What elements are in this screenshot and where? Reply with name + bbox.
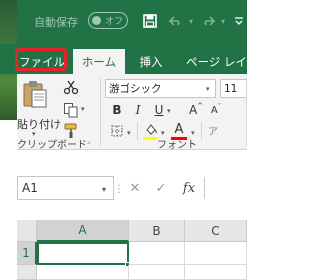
cell-a2[interactable] (37, 265, 129, 280)
paste-button-label[interactable]: 貼り付け (17, 116, 61, 132)
separator (201, 122, 202, 140)
customize-quick-access-icon[interactable] (232, 11, 246, 31)
insert-function-button[interactable]: fx (174, 178, 204, 198)
column-header-a[interactable]: A (37, 220, 129, 242)
autosave-state: オフ (105, 17, 124, 27)
toggle-knob (92, 16, 101, 25)
underline-button[interactable]: U (152, 101, 166, 119)
row-header-2[interactable] (17, 265, 37, 280)
font-group-label: フォント (157, 140, 197, 151)
chevron-down-icon[interactable]: ▾ (81, 105, 85, 113)
grip-icon[interactable]: ⋮ (114, 182, 124, 196)
font-size-select[interactable]: 11 (220, 79, 247, 98)
caret-up-icon: ^ (197, 102, 204, 110)
save-icon[interactable] (140, 11, 160, 31)
ribbon-tab-bar: ファイル ホーム 挿入 ページ レイア (0, 44, 247, 74)
fill-color-swatch (143, 137, 157, 140)
formula-input[interactable] (204, 177, 247, 199)
increase-font-size-letter: A (188, 103, 198, 117)
group-separator (100, 78, 101, 146)
checkmark-icon[interactable]: ✓ (148, 178, 174, 198)
cell-b2[interactable] (129, 265, 185, 280)
font-name-select[interactable]: 游ゴシック (105, 79, 216, 98)
autosave-label: 自動保存 (34, 16, 78, 29)
tab-home[interactable]: ホーム (73, 49, 125, 74)
chevron-down-icon[interactable]: ▾ (218, 11, 228, 31)
chevron-down-icon[interactable]: ▾ (186, 11, 196, 31)
formula-bar: ✕ ✓ fx (122, 176, 247, 200)
group-separator (246, 78, 247, 146)
cell-c2[interactable] (185, 265, 247, 280)
undo-icon[interactable] (168, 11, 184, 31)
chevron-down-icon[interactable]: ▾ (102, 185, 106, 194)
cell-b1[interactable] (129, 242, 185, 265)
excel-window: 自動保存 オフ ▾ ▾ ファイル ホーム 挿入 ページ レイア (0, 0, 247, 280)
clipboard-paste-icon[interactable] (20, 78, 50, 110)
separator (137, 122, 138, 140)
formula-bar-area: A1 ▾ ⋮ ✕ ✓ fx (17, 150, 247, 220)
decrease-font-size-button[interactable]: Aˇ (209, 101, 223, 119)
select-all-corner[interactable] (17, 220, 37, 242)
italic-button[interactable]: I (131, 101, 145, 119)
row-header-1[interactable]: 1 (17, 242, 37, 265)
phonetic-guide-icon[interactable]: ア (205, 122, 221, 138)
chevron-down-icon[interactable]: ▾ (127, 129, 131, 137)
tab-page-layout[interactable]: ページ レイア (178, 49, 247, 74)
autosave-toggle[interactable]: オフ (88, 12, 128, 29)
clipboard-group-label: クリップボード (17, 140, 87, 151)
cell-a1[interactable] (37, 242, 129, 265)
chevron-down-icon[interactable]: ▾ (167, 107, 171, 115)
cell-c1[interactable] (185, 242, 247, 265)
chevron-down-icon[interactable]: ▾ (206, 85, 210, 93)
dialog-launcher-icon[interactable]: ⌟ (87, 137, 90, 145)
bold-button[interactable]: B (110, 101, 124, 119)
tab-insert[interactable]: 挿入 (128, 49, 174, 74)
column-header-b[interactable]: B (129, 220, 185, 242)
scissors-icon[interactable] (62, 78, 80, 96)
increase-font-size-button[interactable]: A ^ (189, 101, 203, 119)
title-bar: 自動保存 オフ ▾ ▾ (0, 0, 247, 120)
decrease-font-size-letter: A (210, 104, 218, 116)
worksheet-grid: A B C 1 (17, 220, 247, 280)
cancel-x-icon[interactable]: ✕ (122, 178, 148, 198)
redo-icon[interactable] (200, 11, 216, 31)
tab-file[interactable]: ファイル (17, 49, 67, 74)
copy-icon[interactable] (62, 101, 80, 119)
caret-down-icon: ˇ (217, 103, 222, 111)
ribbon-home: 貼り付け ▾ ▾ クリップボード ⌟ 游ゴシック ▾ 11 B I U ▾ A ^… (17, 74, 247, 151)
borders-icon[interactable] (110, 124, 124, 138)
column-header-c[interactable]: C (185, 220, 247, 242)
name-box[interactable]: A1 (17, 176, 114, 200)
